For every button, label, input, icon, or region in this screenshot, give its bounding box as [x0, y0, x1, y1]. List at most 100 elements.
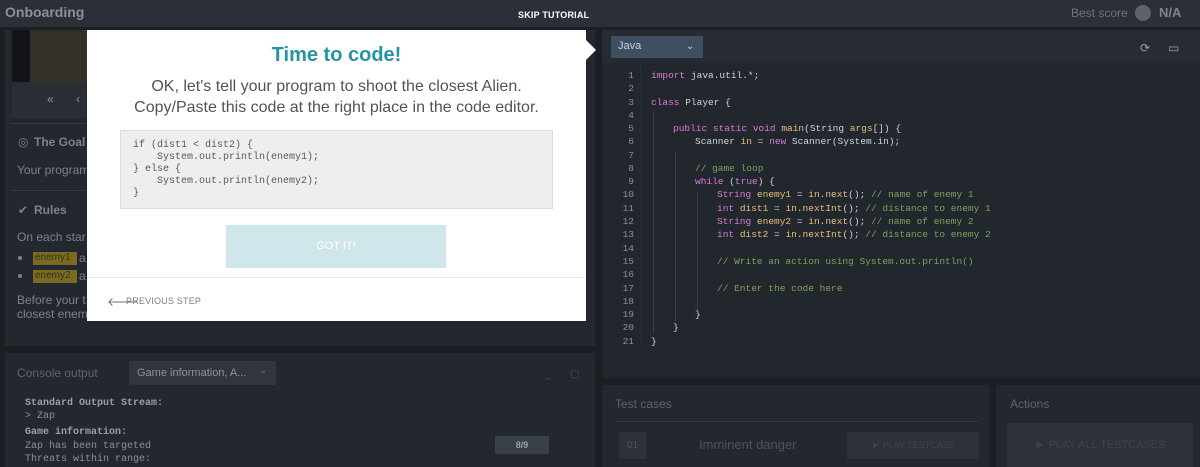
chevron-down-icon: ⌄ [259, 365, 268, 376]
code-line: while (true) { [695, 176, 775, 187]
line-number: 17 [622, 283, 634, 294]
language-value: Java [618, 40, 642, 52]
code-line: String enemy1 = in.next(); // name of en… [717, 189, 974, 200]
code-line: } [673, 322, 679, 333]
check-icon: ✔ [18, 203, 29, 217]
rewind-icon[interactable]: « [47, 92, 54, 106]
variable-chip: enemy2 [33, 270, 77, 283]
page-title: Onboarding [5, 4, 85, 20]
snippet-line: System.out.println(enemy2); [133, 176, 320, 187]
play-testcase-button[interactable]: ► PLAY TESTCASE [847, 432, 979, 459]
code-line: // Enter the code here [717, 283, 843, 294]
code-line: int dist2 = in.nextInt(); // distance to… [717, 229, 991, 240]
refresh-icon[interactable]: ⟳ [1140, 41, 1150, 55]
line-number: 10 [622, 189, 634, 200]
frame-counter: 8/9 [495, 436, 549, 454]
goal-text: Your program [17, 163, 90, 177]
bullet [18, 256, 22, 260]
best-score-label: Best score [1071, 6, 1128, 20]
actions-title: Actions [1010, 397, 1050, 411]
line-number: 21 [622, 336, 634, 347]
modal-text: Copy/Paste this code at the right place … [134, 99, 539, 116]
code-line: // game loop [695, 163, 764, 174]
score-icon [1135, 5, 1151, 21]
snippet-line: System.out.println(enemy1); [133, 152, 320, 163]
line-number: 7 [628, 150, 634, 161]
console-title: Console output [17, 366, 98, 380]
code-line: import java.util.*; [651, 70, 760, 81]
rule-text: a [79, 251, 86, 265]
previous-step-link[interactable]: PREVIOUS STEP [126, 296, 201, 306]
line-number: 5 [628, 123, 634, 134]
bullet [18, 274, 22, 278]
code-line: } [651, 336, 657, 347]
console-line: Game information: [25, 427, 128, 438]
onboarding-page: Onboarding SKIP TUTORIAL Best score N/A … [0, 0, 1200, 467]
line-number: 1 [628, 70, 634, 81]
minimize-icon[interactable]: _ [545, 369, 551, 380]
fullscreen-icon[interactable]: ▭ [1168, 41, 1179, 55]
console-line: Zap has been targeted [25, 441, 152, 452]
line-number: 6 [628, 136, 634, 147]
step-back-icon[interactable]: ‹ [76, 92, 80, 106]
gutter-divider [640, 66, 641, 346]
rule-text: a [79, 269, 86, 283]
line-number: 13 [622, 229, 634, 240]
line-number: 2 [628, 83, 634, 94]
game-viewer-edge [12, 30, 30, 82]
got-it-button[interactable]: GOT IT! [226, 225, 446, 268]
variable-chip: enemy1 [33, 252, 77, 265]
snippet-line: } else { [133, 164, 182, 175]
goal-icon: ◎ [18, 135, 29, 149]
console-line: Standard Output Stream: [25, 398, 164, 409]
code-line: } [695, 309, 701, 320]
line-number: 9 [628, 176, 634, 187]
divider [615, 421, 978, 422]
best-score-value: N/A [1159, 5, 1182, 20]
code-line: Scanner in = new Scanner(System.in); [695, 136, 901, 147]
code-line: public static void main(String args[]) { [673, 123, 902, 134]
code-line: int dist1 = in.nextInt(); // distance to… [717, 203, 991, 214]
fullscreen-icon[interactable]: ▢ [570, 369, 579, 380]
divider [10, 190, 90, 191]
console-line: Threats within range: [25, 454, 152, 465]
modal-text: OK, let's tell your program to shoot the… [151, 78, 522, 95]
code-line: String enemy2 = in.next(); // name of en… [717, 216, 974, 227]
test-cases-title: Test cases [615, 397, 672, 411]
test-case-name: Imminent danger [699, 437, 797, 452]
top-bar [0, 0, 1200, 27]
line-number: 14 [622, 243, 634, 254]
indent-guide [675, 152, 676, 322]
test-case-number: 01 [619, 432, 646, 459]
rules-text: Before your t [17, 293, 86, 307]
modal-pointer [586, 40, 596, 60]
line-number: 3 [628, 97, 634, 108]
code-line: class Player { [651, 97, 731, 108]
line-number: 18 [622, 296, 634, 307]
divider [10, 123, 90, 124]
indent-guide [697, 192, 698, 310]
rules-text: On each star [17, 230, 86, 244]
chevron-down-icon: ⌄ [686, 41, 695, 52]
indent-guide [653, 112, 654, 334]
console-filter-value: Game information, A... [137, 367, 247, 379]
rules-text: closest enem [17, 307, 88, 321]
console-line: > Zap [25, 411, 56, 422]
snippet-line: if (dist1 < dist2) { [133, 140, 254, 151]
line-number: 15 [622, 256, 634, 267]
line-number: 20 [622, 322, 634, 333]
divider [87, 277, 586, 278]
line-number: 12 [622, 216, 634, 227]
line-number: 16 [622, 269, 634, 280]
goal-heading: The Goal [34, 135, 86, 149]
modal-title: Time to code! [271, 44, 402, 66]
skip-tutorial-link[interactable]: SKIP TUTORIAL [518, 10, 589, 20]
snippet-line: } [133, 188, 140, 199]
line-number: 19 [622, 309, 634, 320]
rules-heading: Rules [34, 203, 67, 217]
line-number: 8 [628, 163, 634, 174]
line-number: 4 [628, 110, 634, 121]
line-number: 11 [622, 203, 634, 214]
play-all-testcases-button[interactable]: ► PLAY ALL TESTCASES [1007, 423, 1193, 467]
code-line: // Write an action using System.out.prin… [717, 256, 974, 267]
